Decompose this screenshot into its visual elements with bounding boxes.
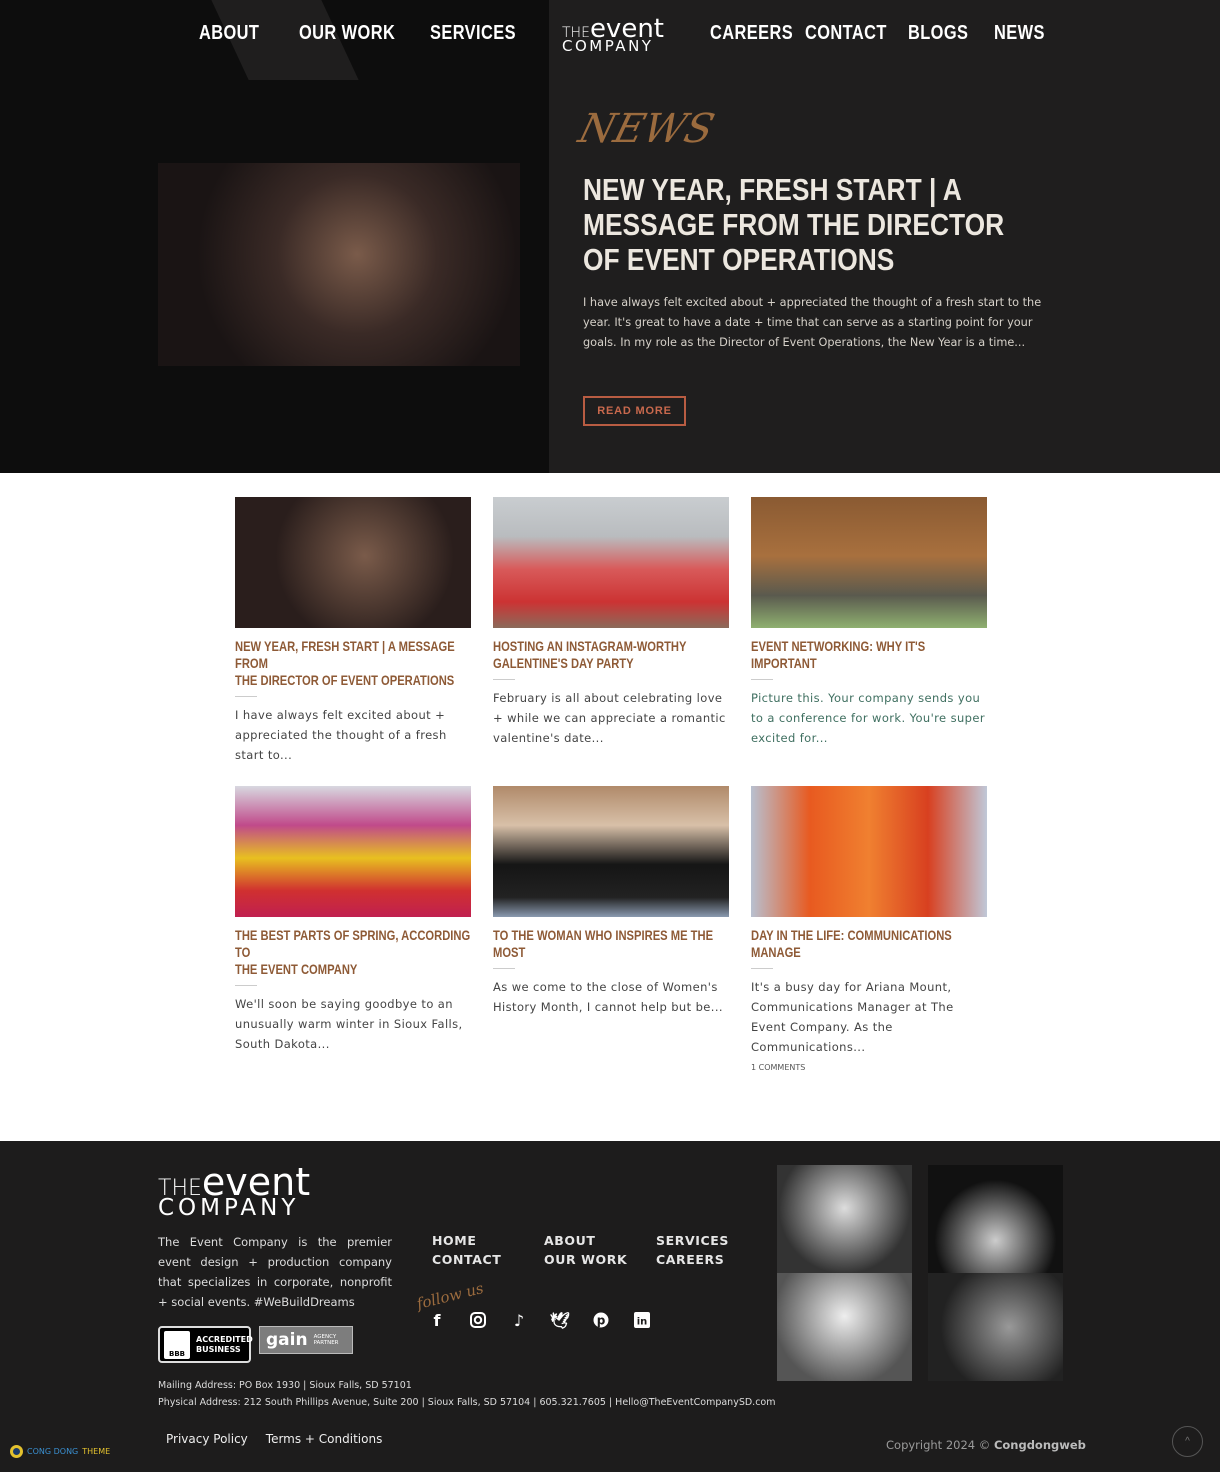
chevron-up-icon: ^	[1185, 1436, 1190, 1447]
nav-our-work[interactable]: OUR WORK	[299, 22, 395, 45]
gallery-photo[interactable]	[928, 1165, 1063, 1273]
privacy-policy-link[interactable]: Privacy Policy	[166, 1432, 248, 1446]
footer-link-home[interactable]: HOME	[432, 1233, 544, 1248]
copyright: Copyright 2024 © Congdongweb	[886, 1438, 1086, 1452]
gallery-photo[interactable]	[928, 1273, 1063, 1381]
brand-logo-icon	[10, 1445, 23, 1458]
back-to-top-button[interactable]: ^	[1172, 1426, 1203, 1457]
post-excerpt: As we come to the close of Women's Histo…	[493, 980, 723, 1014]
comments-count[interactable]: 1 COMMENTS	[751, 1063, 987, 1072]
post-title[interactable]: EVENT NETWORKING: WHY IT'S IMPORTANT	[751, 638, 987, 672]
physical-address: Physical Address: 212 South Phillips Ave…	[158, 1397, 776, 1408]
bbb-badge[interactable]: BBB ACCREDITED BUSINESS	[158, 1326, 253, 1363]
footer-description: The Event Company is the premier event d…	[158, 1235, 392, 1309]
nav-about[interactable]: ABOUT	[199, 22, 259, 45]
brand-text-accent: THEME	[82, 1447, 111, 1456]
divider	[751, 679, 773, 680]
post-card[interactable]: EVENT NETWORKING: WHY IT'S IMPORTANT Pict…	[751, 497, 987, 748]
facebook-icon[interactable]: f	[428, 1311, 446, 1330]
nav-blogs[interactable]: BLOGS	[908, 22, 968, 45]
nav-careers[interactable]: CAREERS	[710, 22, 793, 45]
hero-title[interactable]: NEW YEAR, FRESH START | A MESSAGE FROM T…	[583, 172, 1042, 277]
divider	[235, 696, 257, 697]
divider	[493, 968, 515, 969]
brand-text: CONG DONG	[27, 1447, 79, 1456]
theme-brand[interactable]: CONG DONG THEME	[10, 1445, 110, 1458]
legal-links: Privacy Policy Terms + Conditions	[166, 1432, 382, 1446]
post-card[interactable]: THE BEST PARTS OF SPRING, ACCORDING TO T…	[235, 786, 471, 1054]
nav-news[interactable]: NEWS	[994, 22, 1045, 45]
post-title[interactable]: NEW YEAR, FRESH START | A MESSAGE FROM T…	[235, 638, 471, 689]
terms-link[interactable]: Terms + Conditions	[266, 1432, 383, 1446]
post-card[interactable]: HOSTING AN INSTAGRAM-WORTHY GALENTINE'S …	[493, 497, 729, 748]
linkedin-icon[interactable]: in	[633, 1311, 651, 1329]
post-title[interactable]: HOSTING AN INSTAGRAM-WORTHY GALENTINE'S …	[493, 638, 729, 672]
footer-link-our-work[interactable]: OUR WORK	[544, 1252, 656, 1267]
tiktok-icon[interactable]: ♪	[510, 1311, 528, 1330]
footer-link-services[interactable]: SERVICES	[656, 1233, 752, 1248]
footer-link-contact[interactable]: CONTACT	[432, 1252, 544, 1267]
read-more-button[interactable]: READ MORE	[583, 396, 686, 426]
post-excerpt: Picture this. Your company sends you to …	[751, 691, 985, 745]
post-card[interactable]: DAY IN THE LIFE: COMMUNICATIONS MANAGE It…	[751, 786, 987, 1072]
mailing-address: Mailing Address: PO Box 1930 | Sioux Fal…	[158, 1380, 412, 1391]
hero-section: ABOUT OUR WORK SERVICES CAREERS CONTACT …	[0, 0, 1220, 473]
copyright-owner[interactable]: Congdongweb	[994, 1438, 1086, 1452]
post-image[interactable]	[751, 786, 987, 917]
post-image[interactable]	[751, 497, 987, 628]
nav-contact[interactable]: CONTACT	[805, 22, 887, 45]
divider	[751, 968, 773, 969]
gallery-photo[interactable]	[777, 1273, 912, 1381]
bbb-logo: BBB	[164, 1331, 190, 1359]
copyright-text: Copyright 2024 ©	[886, 1438, 994, 1452]
footer-link-careers[interactable]: CAREERS	[656, 1252, 752, 1267]
footer: THEevent COMPANY The Event Company is the…	[0, 1141, 1220, 1472]
pinterest-icon[interactable]: p	[592, 1311, 610, 1329]
post-image[interactable]	[235, 497, 471, 628]
post-image[interactable]	[235, 786, 471, 917]
post-excerpt: I have always felt excited about + appre…	[235, 708, 447, 762]
svg-text:p: p	[597, 1314, 606, 1328]
svg-text:in: in	[637, 1317, 648, 1328]
post-title[interactable]: TO THE WOMAN WHO INSPIRES ME THE MOST	[493, 927, 729, 961]
post-image[interactable]	[493, 497, 729, 628]
post-title[interactable]: DAY IN THE LIFE: COMMUNICATIONS MANAGE	[751, 927, 987, 961]
post-card[interactable]: TO THE WOMAN WHO INSPIRES ME THE MOST As …	[493, 786, 729, 1017]
post-card[interactable]: NEW YEAR, FRESH START | A MESSAGE FROM T…	[235, 497, 471, 765]
gain-word: gain	[266, 1330, 308, 1350]
follow-us-label: follow us	[414, 1279, 486, 1313]
hero-excerpt: I have always felt excited about + appre…	[583, 296, 1042, 349]
divider	[493, 679, 515, 680]
addresses: Mailing Address: PO Box 1930 | Sioux Fal…	[158, 1377, 775, 1411]
divider	[235, 985, 257, 986]
post-excerpt: It's a busy day for Ariana Mount, Commun…	[751, 980, 954, 1054]
nav-services[interactable]: SERVICES	[430, 22, 516, 45]
social-links: f ♪ 🕊 p in	[428, 1311, 651, 1330]
gallery-photo[interactable]	[777, 1165, 912, 1273]
photo-grid	[777, 1165, 1063, 1381]
footer-link-about[interactable]: ABOUT	[544, 1233, 656, 1248]
logo-company: COMPANY	[562, 37, 654, 55]
bbb-line2: BUSINESS	[196, 1345, 241, 1354]
post-excerpt: We'll soon be saying goodbye to an unusu…	[235, 997, 463, 1051]
instagram-icon[interactable]	[469, 1311, 487, 1329]
section-label: NEWS	[573, 106, 719, 152]
footer-logo[interactable]: THEevent COMPANY	[158, 1163, 310, 1220]
site-logo[interactable]: THEevent COMPANY	[562, 16, 664, 54]
gain-line2: PARTNER	[313, 1340, 339, 1346]
post-title[interactable]: THE BEST PARTS OF SPRING, ACCORDING TO T…	[235, 927, 471, 978]
hero-image[interactable]	[158, 163, 520, 366]
gain-badge[interactable]: gain AGENCY PARTNER	[259, 1326, 353, 1354]
footer-nav: HOME ABOUT SERVICES CONTACT OUR WORK CAR…	[432, 1233, 752, 1267]
twitter-icon[interactable]: 🕊	[550, 1311, 570, 1330]
bbb-line1: ACCREDITED	[196, 1335, 253, 1344]
post-excerpt: February is all about celebrating love +…	[493, 691, 726, 745]
logo-company: COMPANY	[158, 1195, 300, 1221]
post-image[interactable]	[493, 786, 729, 917]
